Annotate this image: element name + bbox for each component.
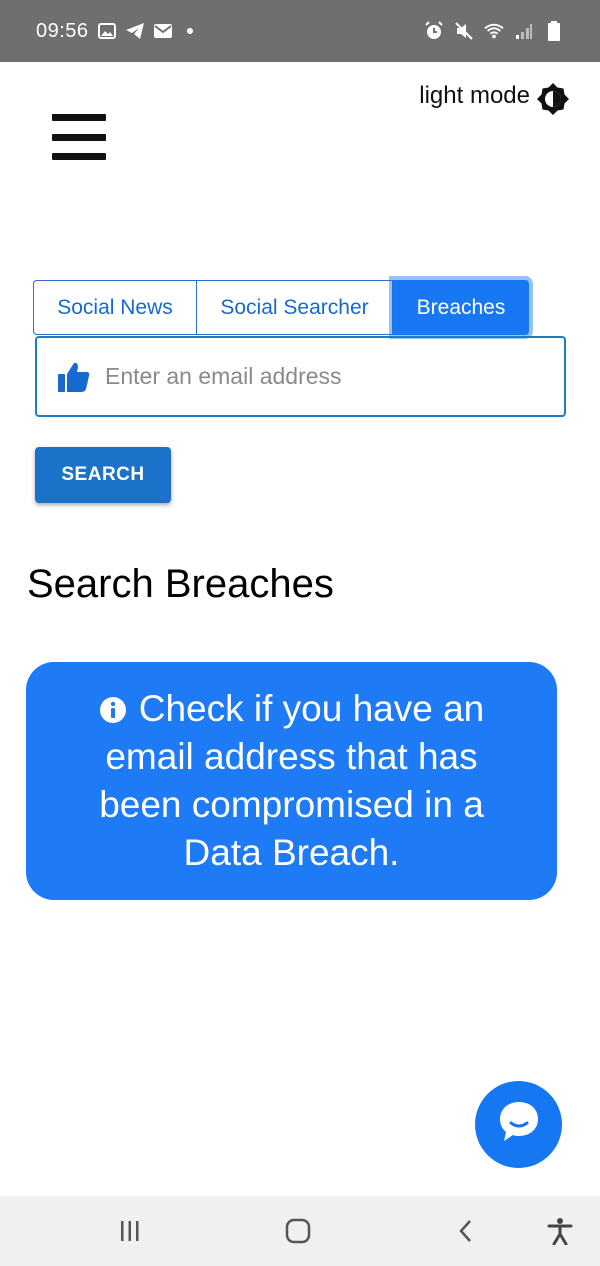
system-nav-bar	[0, 1196, 600, 1266]
info-icon	[99, 688, 127, 723]
accessibility-icon[interactable]	[542, 1213, 578, 1249]
brightness-icon[interactable]	[536, 82, 570, 116]
status-left: 09:56	[36, 20, 193, 43]
info-text: Check if you have an email address that …	[99, 688, 485, 873]
signal-icon	[514, 21, 534, 41]
light-mode-label: light mode	[419, 82, 530, 109]
status-right	[424, 21, 564, 41]
tab-social-searcher[interactable]: Social Searcher	[197, 280, 393, 335]
recents-icon[interactable]	[112, 1213, 148, 1249]
hamburger-bar	[52, 133, 106, 141]
alarm-icon	[424, 21, 444, 41]
info-text-container: Check if you have an email address that …	[66, 685, 517, 877]
search-button[interactable]: SEARCH	[35, 447, 171, 503]
hamburger-bar	[52, 153, 106, 160]
dot-icon	[186, 28, 193, 34]
email-input-container	[35, 336, 566, 417]
back-icon[interactable]	[448, 1213, 484, 1249]
tab-social-news[interactable]: Social News	[33, 280, 197, 335]
status-time: 09:56	[36, 19, 89, 42]
home-icon[interactable]	[280, 1213, 316, 1249]
mail-icon	[153, 21, 173, 41]
page-title: Search Breaches	[27, 562, 334, 606]
status-bar: 09:56	[0, 0, 600, 62]
info-banner: Check if you have an email address that …	[26, 662, 557, 900]
tab-bar: Social News Social Searcher Breaches	[33, 280, 529, 335]
hamburger-bar	[52, 114, 106, 121]
email-input[interactable]	[105, 363, 525, 390]
wifi-icon	[484, 21, 504, 41]
hamburger-menu-icon[interactable]	[52, 114, 106, 160]
tab-breaches[interactable]: Breaches	[393, 280, 529, 335]
chat-icon	[494, 1097, 544, 1152]
image-icon	[97, 21, 117, 41]
mute-icon	[454, 21, 474, 41]
thumbs-up-icon	[57, 360, 91, 394]
telegram-icon	[125, 21, 145, 41]
battery-icon	[544, 21, 564, 41]
chat-button[interactable]	[475, 1081, 562, 1168]
